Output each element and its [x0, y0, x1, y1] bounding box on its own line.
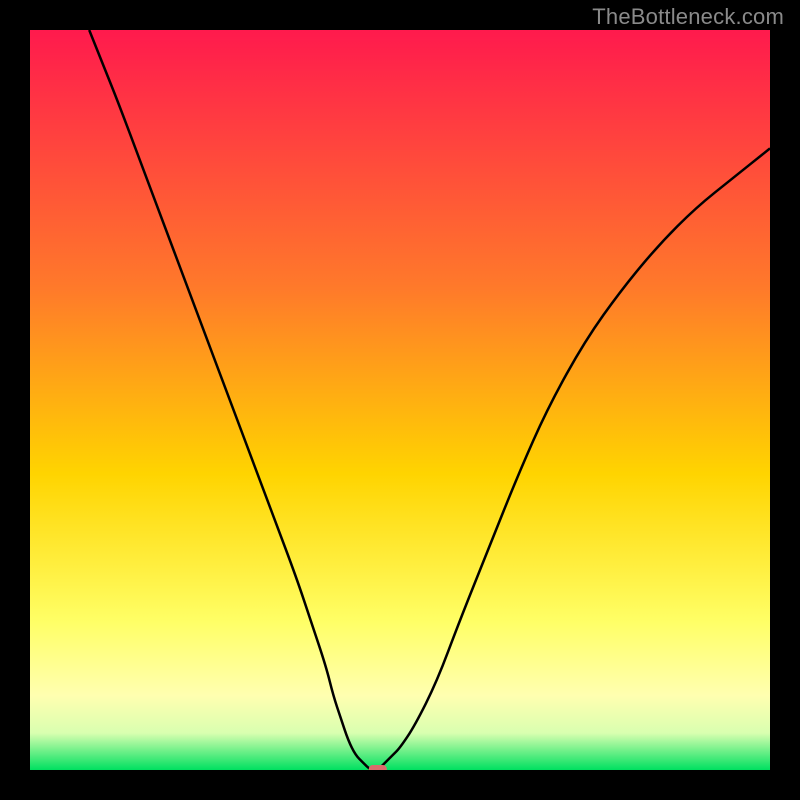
- minimum-marker: [369, 765, 387, 770]
- plot-area: [30, 30, 770, 770]
- bottleneck-curve: [89, 30, 770, 770]
- watermark-text: TheBottleneck.com: [592, 4, 784, 30]
- chart-container: TheBottleneck.com: [0, 0, 800, 800]
- curve-layer: [30, 30, 770, 770]
